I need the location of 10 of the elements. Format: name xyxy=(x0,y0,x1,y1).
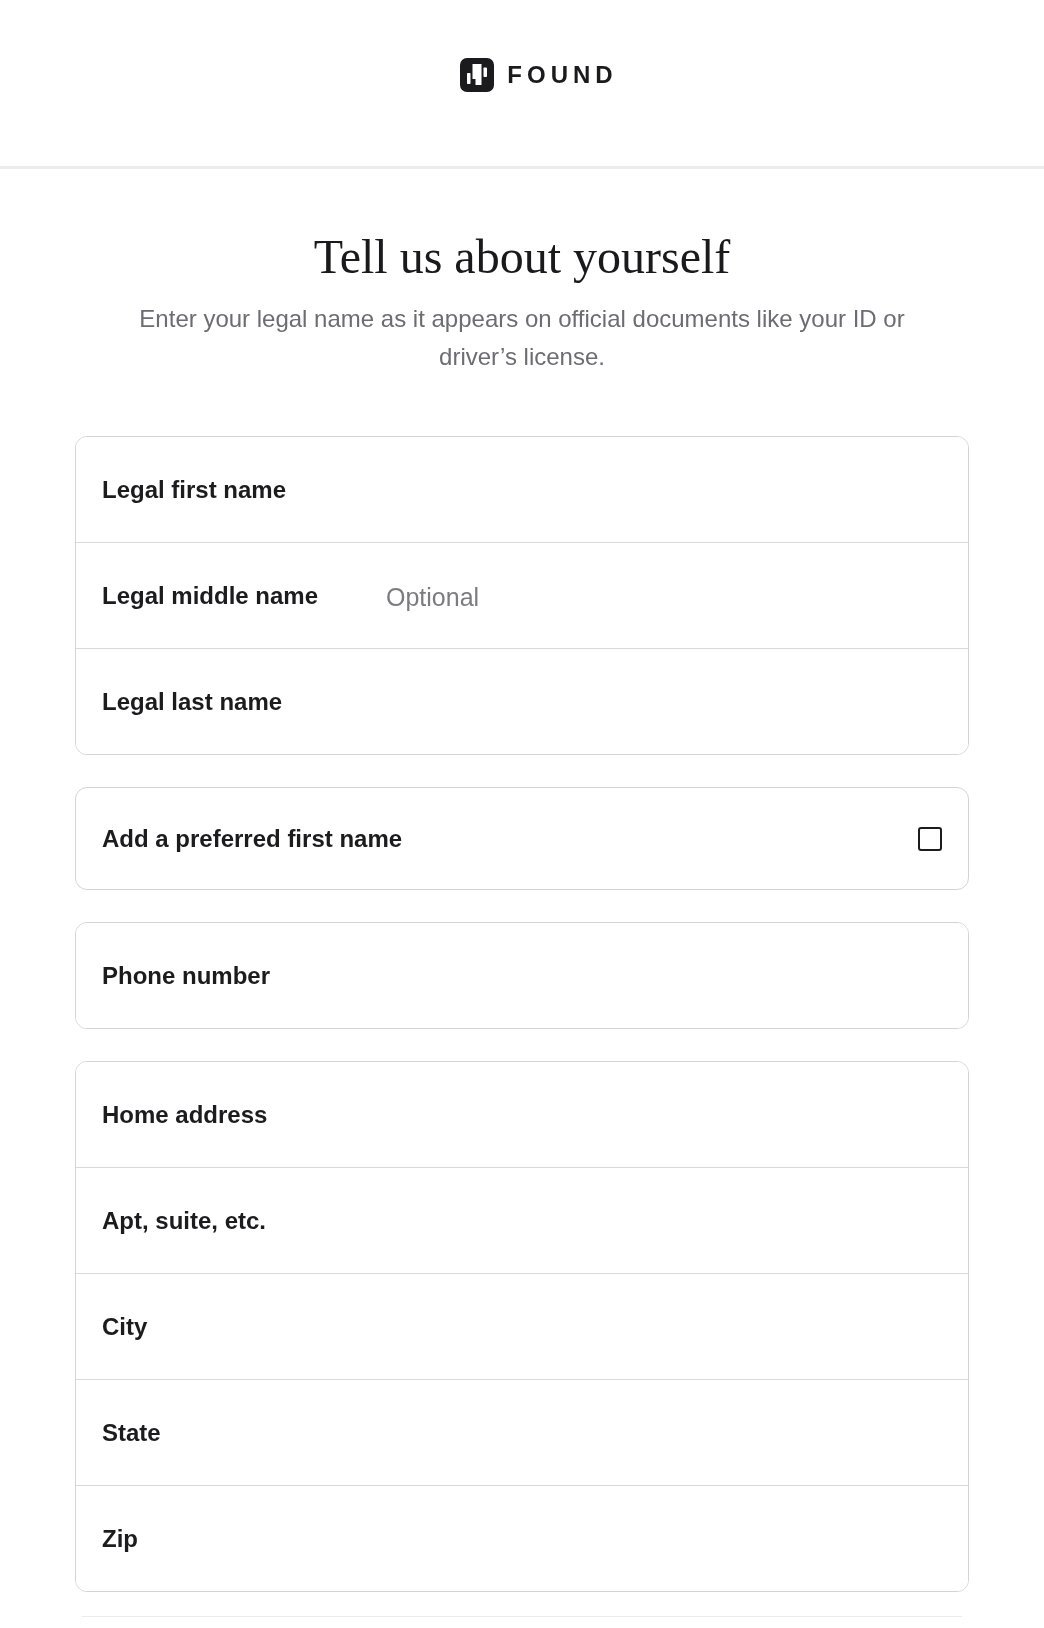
checkbox-label: Add a preferred first name xyxy=(102,824,403,853)
text-field[interactable]: Legal last name xyxy=(76,648,968,754)
page-title: Tell us about yourself xyxy=(313,230,731,284)
logo-icon xyxy=(460,58,495,92)
text-field[interactable]: Zip xyxy=(76,1485,968,1591)
page-subtitle: Enter your legal name as it appears on official documents like your ID or driver’s license. xyxy=(138,304,906,372)
logo-text: FOUND xyxy=(507,61,618,89)
text-field[interactable]: Phone number xyxy=(76,923,968,1028)
checkbox[interactable] xyxy=(918,826,942,851)
text-input[interactable]: Optional xyxy=(386,581,942,614)
